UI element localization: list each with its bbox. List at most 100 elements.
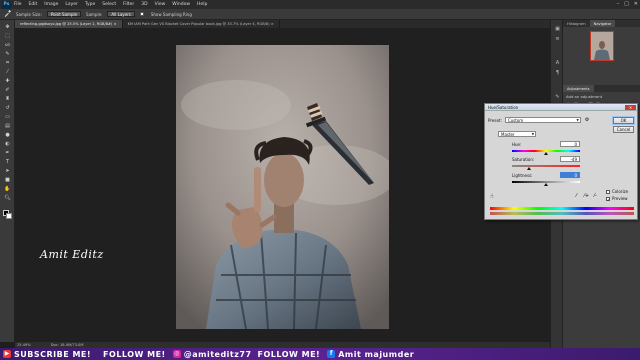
preview-row: ✓ Preview (606, 196, 628, 201)
healing-tool-icon[interactable]: ✚ (3, 78, 12, 85)
eraser-tool-icon[interactable]: ▭ (3, 114, 12, 121)
subscribe-text: SUBSCRIBE ME! (14, 349, 92, 359)
document-tabs: reflecting-gqjdsoyo.jpg @ 25.5% (Layer 2… (15, 20, 550, 28)
chevron-down-icon: ▼ (531, 132, 534, 136)
saturation-slider-track[interactable] (512, 165, 580, 167)
channel-select[interactable]: Master ▼ (498, 131, 536, 137)
tab-histogram[interactable]: Histogram (563, 20, 590, 27)
navigator-thumbnail[interactable] (589, 31, 614, 61)
preset-options-icon[interactable]: ⚙ (585, 117, 589, 123)
brush-tool-icon[interactable]: ✐ (3, 87, 12, 94)
menu-image[interactable]: Image (44, 2, 58, 7)
minimize-icon[interactable]: – (617, 1, 620, 7)
menu-edit[interactable]: Edit (29, 2, 38, 7)
maximize-icon[interactable]: □ (624, 1, 629, 7)
menu-filter[interactable]: Filter (123, 2, 134, 7)
doc-size: Doc: 18.4M/73.0M (50, 343, 84, 347)
dialog-title-bar[interactable]: Hue/Saturation (485, 104, 637, 111)
menu-type[interactable]: Type (85, 2, 95, 7)
lasso-tool-icon[interactable]: ᔕ (3, 42, 12, 49)
path-select-tool-icon[interactable]: ➤ (3, 168, 12, 175)
blur-tool-icon[interactable]: ● (3, 132, 12, 139)
close-icon[interactable]: ✕ (634, 1, 638, 7)
properties-icon[interactable]: ≡ (554, 36, 561, 42)
eyedropper-minus-icon[interactable]: ⁄- (594, 193, 597, 199)
adjustments-hint: Add an adjustment (566, 94, 603, 99)
menu-select[interactable]: Select (102, 2, 116, 7)
saturation-label: Saturation: (512, 157, 535, 162)
instagram-handle: @amiteditz77 (183, 349, 252, 359)
colorize-row: Colorize (606, 189, 628, 194)
facebook-name: Amit majumder (338, 349, 415, 359)
options-bar: Sample Size: Point Sample Sample: All La… (0, 9, 640, 20)
preset-select[interactable]: Custom ▼ (504, 117, 581, 123)
preview-checkbox[interactable]: ✓ (606, 196, 610, 201)
character-icon[interactable]: A (554, 60, 561, 66)
hue-label: Hue: (512, 142, 522, 147)
eyedropper-icon[interactable]: ⁄ (576, 193, 577, 199)
eyedropper-icon[interactable] (4, 10, 11, 18)
menu-view[interactable]: View (155, 2, 166, 7)
photoshop-window: Ps File Edit Image Layer Type Select Fil… (0, 0, 640, 360)
crop-tool-icon[interactable]: ⌗ (3, 60, 12, 67)
dodge-tool-icon[interactable]: ◐ (3, 141, 12, 148)
tab-adjustments[interactable]: Adjustments (563, 85, 594, 92)
shape-tool-icon[interactable]: ■ (3, 177, 12, 184)
cancel-button[interactable]: Cancel (613, 126, 634, 133)
colorize-checkbox[interactable] (606, 189, 610, 194)
hue-slider-thumb[interactable] (544, 152, 548, 155)
sample-size-select[interactable]: Point Sample (46, 11, 82, 17)
sample-label: Sample: (86, 11, 103, 17)
history-brush-tool-icon[interactable]: ↺ (3, 105, 12, 112)
history-icon[interactable]: ▣ (554, 26, 561, 32)
gradient-tool-icon[interactable]: ▤ (3, 123, 12, 130)
zoom-level[interactable]: 25.49% (17, 343, 31, 347)
eyedropper-plus-icon[interactable]: ⁄+ (584, 193, 589, 199)
eyedropper-tool-icon[interactable]: ⁄ (3, 69, 12, 76)
saturation-slider-thumb[interactable] (527, 167, 532, 170)
tools-panel: ✥ ⬚ ᔕ ✎ ⌗ ⁄ ✚ ✐ ♜ ↺ ▭ ▤ ● ◐ ✒ T ➤ ■ ✋ 🔍︎ (0, 20, 15, 342)
type-tool-icon[interactable]: T (3, 159, 12, 166)
adjustments-panel-tabs: Adjustments (563, 85, 640, 92)
pen-tool-icon[interactable]: ✒ (3, 150, 12, 157)
paragraph-icon[interactable]: ¶ (554, 70, 561, 76)
preset-label: Preset: (488, 117, 502, 123)
marquee-tool-icon[interactable]: ⬚ (3, 33, 12, 40)
lightness-value[interactable]: 0 (560, 172, 580, 178)
move-tool-icon[interactable]: ✥ (3, 24, 12, 31)
follow-text-2: FOLLOW ME! (257, 349, 321, 359)
show-ring-checkbox[interactable] (139, 12, 144, 16)
facebook-icon: f (327, 350, 336, 358)
social-banner: ▶ SUBSCRIBE ME! FOLLOW ME! ◎ @amiteditz7… (0, 348, 640, 360)
dialog-close-button[interactable]: ✕ (625, 105, 636, 110)
menu-bar: Ps File Edit Image Layer Type Select Fil… (0, 0, 640, 9)
hand-adjust-icon[interactable]: ☝ (490, 193, 494, 200)
photoshop-logo: Ps (2, 0, 11, 9)
hue-value[interactable]: 0 (560, 141, 580, 147)
tab-document-2[interactable]: KM IAM Path Gen VS Blocket Cover Popular… (123, 20, 280, 28)
navigator-preview (590, 32, 613, 60)
hue-saturation-dialog: Hue/Saturation ✕ Preset: Custom ▼ ⚙ Mast… (484, 103, 638, 220)
menu-window[interactable]: Window (172, 2, 190, 7)
hand-tool-icon[interactable]: ✋ (3, 186, 12, 193)
menu-3d[interactable]: 3D (141, 2, 147, 7)
lightness-label: Lightness: (512, 173, 533, 178)
navigator-panel-tabs: Histogram Navigator (563, 20, 640, 27)
channel-value: Master (501, 131, 515, 137)
sample-select[interactable]: All Layers (107, 11, 135, 17)
photo-image (176, 45, 389, 329)
zoom-tool-icon[interactable]: 🔍︎ (3, 195, 12, 202)
document-canvas[interactable] (176, 45, 389, 329)
background-color-swatch[interactable] (6, 213, 12, 219)
tab-navigator[interactable]: Navigator (589, 20, 616, 27)
tab-document-1[interactable]: reflecting-gqjdsoyo.jpg @ 25.5% (Layer 2… (15, 20, 123, 28)
quick-select-tool-icon[interactable]: ✎ (3, 51, 12, 58)
menu-file[interactable]: File (14, 2, 22, 7)
menu-help[interactable]: Help (197, 2, 207, 7)
ok-button[interactable]: OK (613, 117, 634, 124)
menu-layer[interactable]: Layer (65, 2, 78, 7)
clone-stamp-tool-icon[interactable]: ♜ (3, 96, 12, 103)
lightness-slider-thumb[interactable] (544, 183, 548, 186)
brush-presets-icon[interactable]: ✎ (554, 94, 561, 100)
saturation-value[interactable]: -49 (560, 156, 580, 162)
